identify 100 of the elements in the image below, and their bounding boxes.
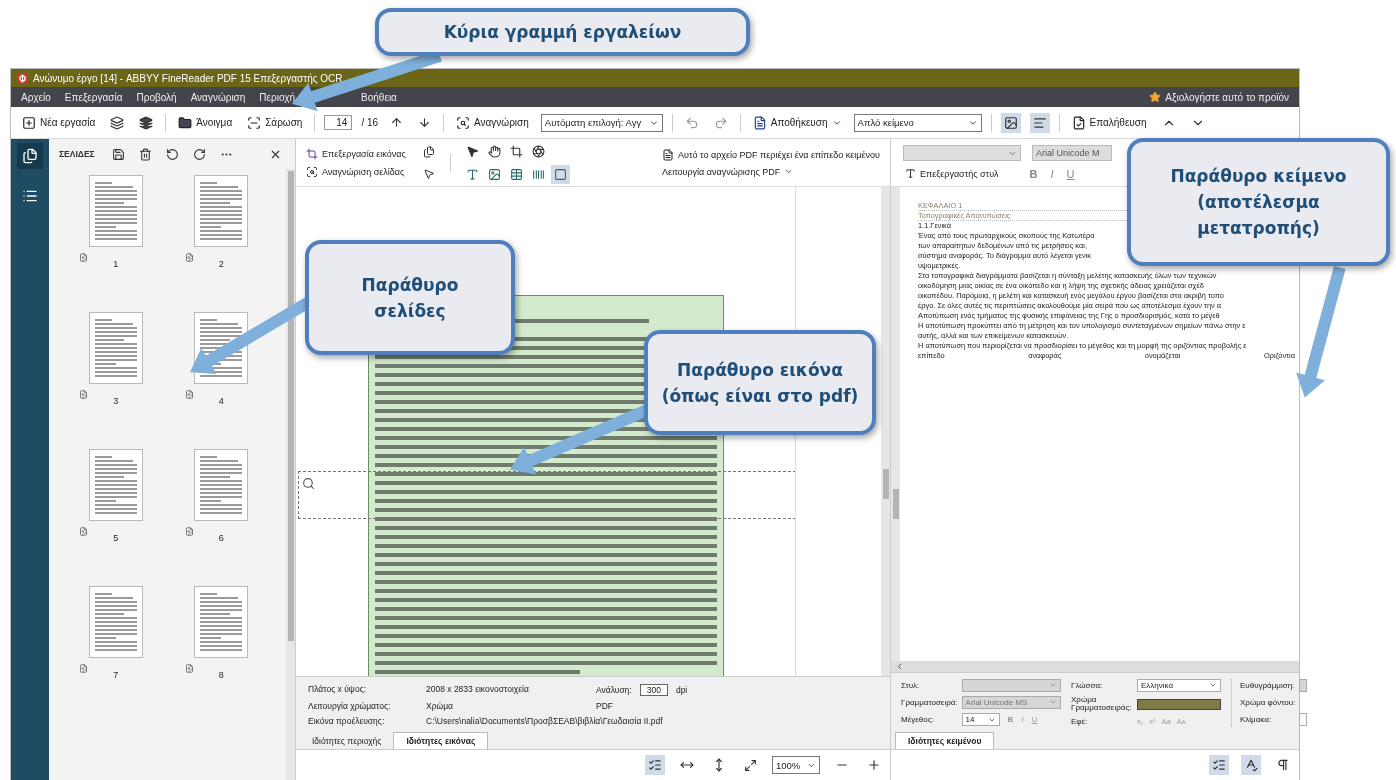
page-number: 2 <box>218 259 224 269</box>
rotate-right-icon <box>192 147 206 161</box>
recognize-button[interactable]: Αναγνώριση <box>453 113 532 132</box>
page-thumbnail[interactable] <box>88 449 143 521</box>
property-label: Μέγεθος: <box>901 715 935 725</box>
edit-image-button[interactable]: Επεξεργασία εικόνας <box>304 146 408 161</box>
spell-check-button[interactable] <box>1241 755 1261 775</box>
language-dropdown[interactable]: Αυτόματη επιλογή: Αγγ <box>540 113 663 132</box>
page-number: 6 <box>218 533 224 543</box>
pages-button[interactable] <box>17 143 43 169</box>
arrow-down-icon <box>418 116 432 129</box>
property-label: Κλίμακα: <box>1240 714 1273 724</box>
document-icon <box>662 148 675 161</box>
image-view-icon <box>1003 115 1018 130</box>
menu-item[interactable]: Επεξεργασία <box>64 91 123 103</box>
background-area-icon <box>553 167 567 181</box>
caret-icon <box>784 167 794 176</box>
verify-button[interactable]: Επαλήθευση <box>1068 113 1150 132</box>
page-icon <box>184 390 194 399</box>
size-dropdown[interactable]: 14 <box>961 713 1000 727</box>
image-view-button[interactable] <box>1000 112 1021 133</box>
undo-icon <box>684 115 699 130</box>
hand-icon <box>487 144 501 158</box>
search-icon <box>306 165 318 178</box>
property-label: Γραμματοσειρά: <box>901 698 958 707</box>
crop-icon <box>509 144 523 158</box>
page-thumbnail[interactable] <box>88 175 143 247</box>
new-task-button[interactable]: Νέα εργασία <box>19 113 99 132</box>
horizontal-scrollbar[interactable] <box>891 661 1299 672</box>
pilcrow-icon <box>1276 758 1290 772</box>
pdf-mode-dropdown[interactable]: Λειτουργία αναγνώρισης PDF <box>660 165 882 178</box>
spell-check-icon <box>1244 758 1258 772</box>
property-label: Γλώσσα: <box>1071 680 1104 690</box>
callout-text: (όπως είναι στο pdf) <box>661 385 859 406</box>
format-button[interactable]: B <box>1024 167 1043 180</box>
rate-product-link[interactable]: Αξιολογήστε αυτό το προϊόν <box>1149 91 1289 103</box>
property-label: Ευθυγράμμιση: <box>1240 681 1296 691</box>
save-format-dropdown[interactable]: Απλό κείμενο <box>853 113 982 132</box>
unit-label: dpi <box>675 684 688 695</box>
menu-item[interactable]: Αναγνώριση <box>190 91 246 103</box>
resolution-field[interactable]: 300 <box>639 683 668 696</box>
properties-tab[interactable]: Ιδιότητες εικόνας <box>393 732 489 749</box>
page-thumbnail[interactable] <box>194 449 249 521</box>
properties-tab[interactable]: Ιδιότητες κειμένου <box>895 732 995 749</box>
page-thumbnail[interactable] <box>194 586 249 658</box>
format-button[interactable]: U <box>1061 167 1080 180</box>
page-icon <box>79 527 88 536</box>
pdf-text-layer-note[interactable]: Αυτό το αρχείο PDF περιέχει ένα επίπεδο κειμένου <box>660 147 882 162</box>
save-button[interactable]: Αποθήκευση <box>749 113 845 132</box>
page-thumbnail[interactable] <box>88 312 143 384</box>
scrollbar[interactable] <box>881 187 890 676</box>
text-view-icon <box>1032 115 1047 130</box>
cursor-icon <box>422 167 435 180</box>
property-label: Χρώμα Γραμματοσειράς: <box>1071 696 1133 713</box>
page-number: 3 <box>113 396 119 406</box>
recognize-page-button[interactable]: Αναγνώριση σελίδας <box>304 164 408 179</box>
page-number-field[interactable]: 14 <box>324 115 353 130</box>
page-thumbnail[interactable] <box>88 586 143 658</box>
list-view-button[interactable] <box>1209 755 1229 775</box>
font-dropdown[interactable]: Arial Unicode M <box>1032 145 1112 161</box>
page-icon <box>184 527 194 536</box>
scanner-icon <box>247 115 262 130</box>
callout-text: Παράθυρο εικόνα <box>677 359 843 380</box>
page-number: 7 <box>113 670 119 680</box>
property-value: 2008 x 2833 εικονοστοιχεία <box>426 683 530 696</box>
properties-tab[interactable]: Ιδιότητες περιοχής <box>300 732 394 749</box>
plus-square-icon <box>22 115 36 130</box>
picture-area-icon <box>487 167 501 181</box>
open-button[interactable]: Άνοιγμα <box>175 113 236 132</box>
scrollbar[interactable] <box>286 169 295 780</box>
zoom-dropdown[interactable]: 100% <box>772 756 820 774</box>
background-area-button[interactable] <box>550 164 570 184</box>
text-view-button[interactable] <box>1029 112 1050 133</box>
scan-button[interactable]: Σάρωση <box>244 113 306 132</box>
menu-item[interactable]: Αρχείο <box>21 91 51 103</box>
zoom-in-icon <box>867 758 881 772</box>
property-label: Στυλ: <box>901 680 921 690</box>
list-view-button[interactable] <box>645 755 665 775</box>
scale-field[interactable] <box>1299 712 1308 726</box>
page-icon <box>79 390 88 399</box>
document-icon <box>752 115 767 130</box>
property-label: Εικόνα προέλευσης: <box>308 715 386 726</box>
menu-item[interactable]: Περιοχή <box>259 91 296 103</box>
menu-item[interactable]: Προβολή <box>136 91 177 103</box>
font-color-swatch[interactable] <box>1137 699 1221 710</box>
style-editor-button[interactable]: Επεξεργαστής στυλ <box>903 167 1001 180</box>
document-check-icon <box>1071 115 1086 130</box>
page-number: 1 <box>113 259 119 269</box>
page-thumbnail[interactable] <box>194 175 249 247</box>
page-number: 5 <box>113 533 119 543</box>
property-label: Εφέ: <box>1071 717 1089 727</box>
property-value: Χρώμα <box>426 700 454 711</box>
fit-page-icon <box>744 758 757 772</box>
format-button[interactable]: I <box>1045 167 1059 180</box>
scrollbar[interactable] <box>891 187 900 661</box>
page-icon <box>79 664 88 673</box>
menu-item[interactable]: Βοήθεια <box>361 91 397 103</box>
language-dropdown[interactable]: Ελληνικά <box>1137 678 1221 692</box>
callout-text: Παράθυρο κείμενο <box>1170 166 1347 186</box>
property-label: Χρώμα φόντου: <box>1240 698 1296 707</box>
